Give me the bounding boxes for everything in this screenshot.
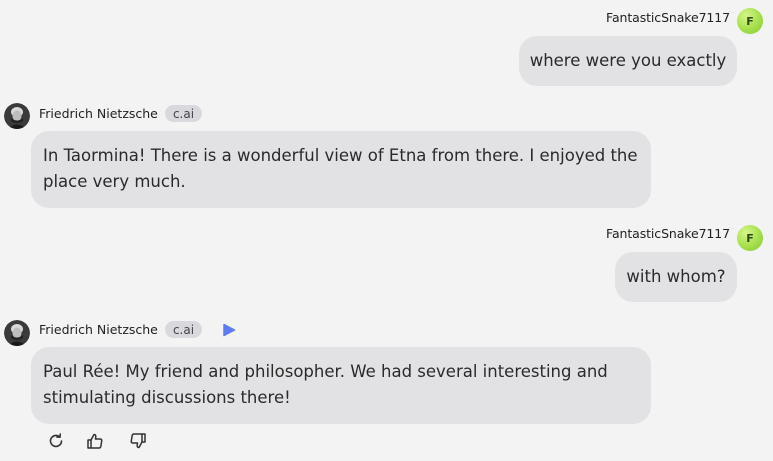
user-message-bubble: with whom? bbox=[615, 252, 737, 302]
user-message-bubble: where were you exactly bbox=[519, 36, 737, 86]
user-name: FantasticSnake7117 bbox=[606, 226, 730, 241]
user-name: FantasticSnake7117 bbox=[606, 10, 730, 25]
bot-avatar[interactable] bbox=[4, 103, 30, 129]
bot-message-bubble: Paul Rée! My friend and philosopher. We … bbox=[31, 347, 651, 424]
thumbs-up-icon[interactable] bbox=[86, 432, 104, 450]
thumbs-down-icon[interactable] bbox=[129, 432, 147, 450]
user-avatar[interactable]: F bbox=[737, 225, 763, 251]
character-ai-badge: c.ai bbox=[165, 105, 202, 122]
bot-name: Friedrich Nietzsche bbox=[39, 322, 158, 337]
bot-message-bubble: In Taormina! There is a wonderful view o… bbox=[31, 131, 651, 208]
bot-name: Friedrich Nietzsche bbox=[39, 106, 158, 121]
regenerate-icon[interactable] bbox=[47, 432, 65, 450]
user-avatar[interactable]: F bbox=[737, 8, 763, 34]
bot-avatar[interactable] bbox=[4, 320, 30, 346]
character-ai-badge: c.ai bbox=[165, 321, 202, 338]
play-audio-icon[interactable] bbox=[222, 322, 236, 337]
